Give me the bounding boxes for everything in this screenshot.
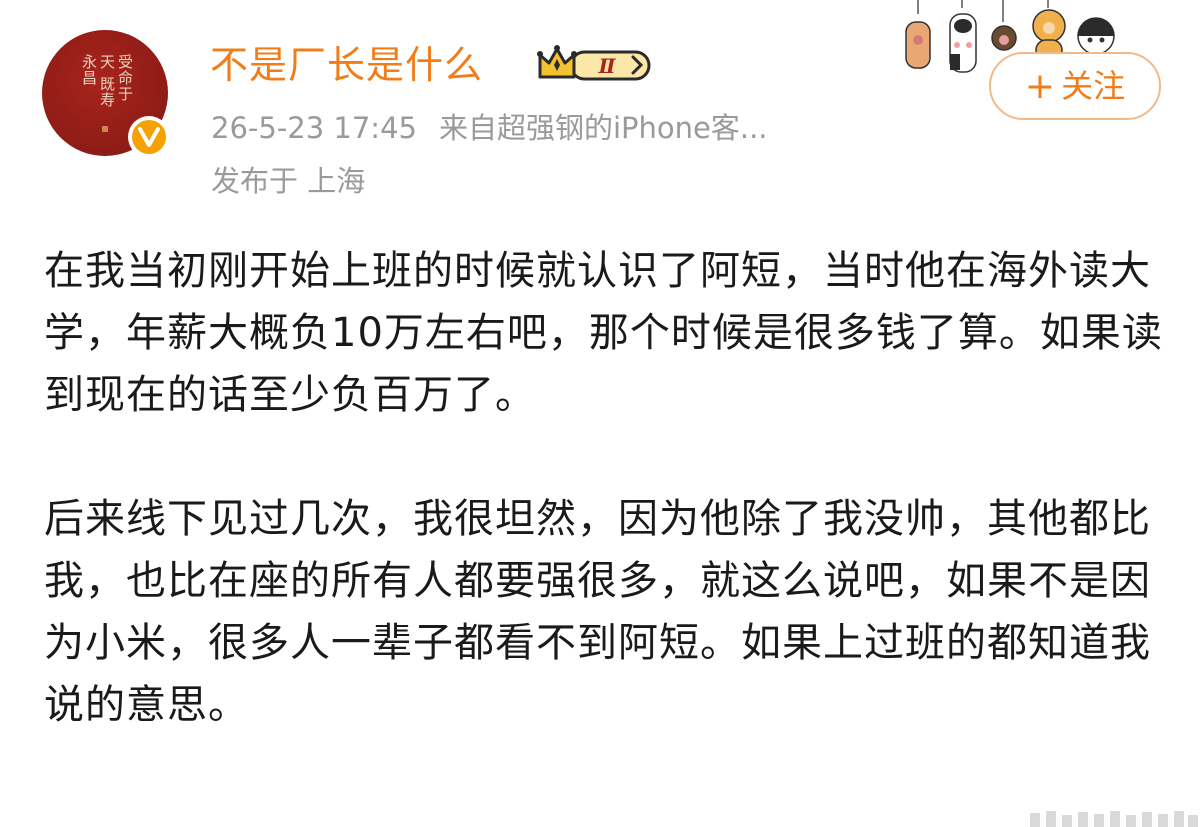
follow-label: 关注 (1061, 67, 1126, 105)
username[interactable]: 不是厂长是什么 (210, 40, 483, 90)
post-paragraph: 在我当初刚开始上班的时候就认识了阿短，当时他在海外读大学，年薪大概负10万左右吧… (44, 248, 1163, 418)
crown-icon[interactable]: Ⅱ (537, 43, 653, 87)
plus-icon: + (1024, 66, 1056, 107)
avatar-stamp-mark (102, 126, 108, 132)
avatar-seal-text: 受命于天 既寿永昌 (80, 54, 134, 108)
post-body: 在我当初刚开始上班的时候就认识了阿短，当时他在海外读大学，年薪大概负10万左右吧… (44, 240, 1164, 798)
verified-badge (128, 116, 170, 158)
vip-level-label: Ⅱ (598, 54, 617, 78)
follow-button[interactable]: + 关注 (989, 52, 1161, 120)
post-location: 发布于 上海 (211, 164, 366, 198)
post-source[interactable]: 来自超强钢的iPhone客... (439, 111, 768, 145)
post-meta: 26-5-23 17:45 来自超强钢的iPhone客... (211, 108, 790, 148)
post-paragraph: 后来线下见过几次，我很坦然，因为他除了我没帅，其他都比我，也比在座的所有人都要强… (44, 496, 1151, 728)
verified-v-icon (132, 120, 166, 154)
watermark-icon (1030, 811, 1198, 827)
post-timestamp: 26-5-23 17:45 (211, 111, 417, 145)
